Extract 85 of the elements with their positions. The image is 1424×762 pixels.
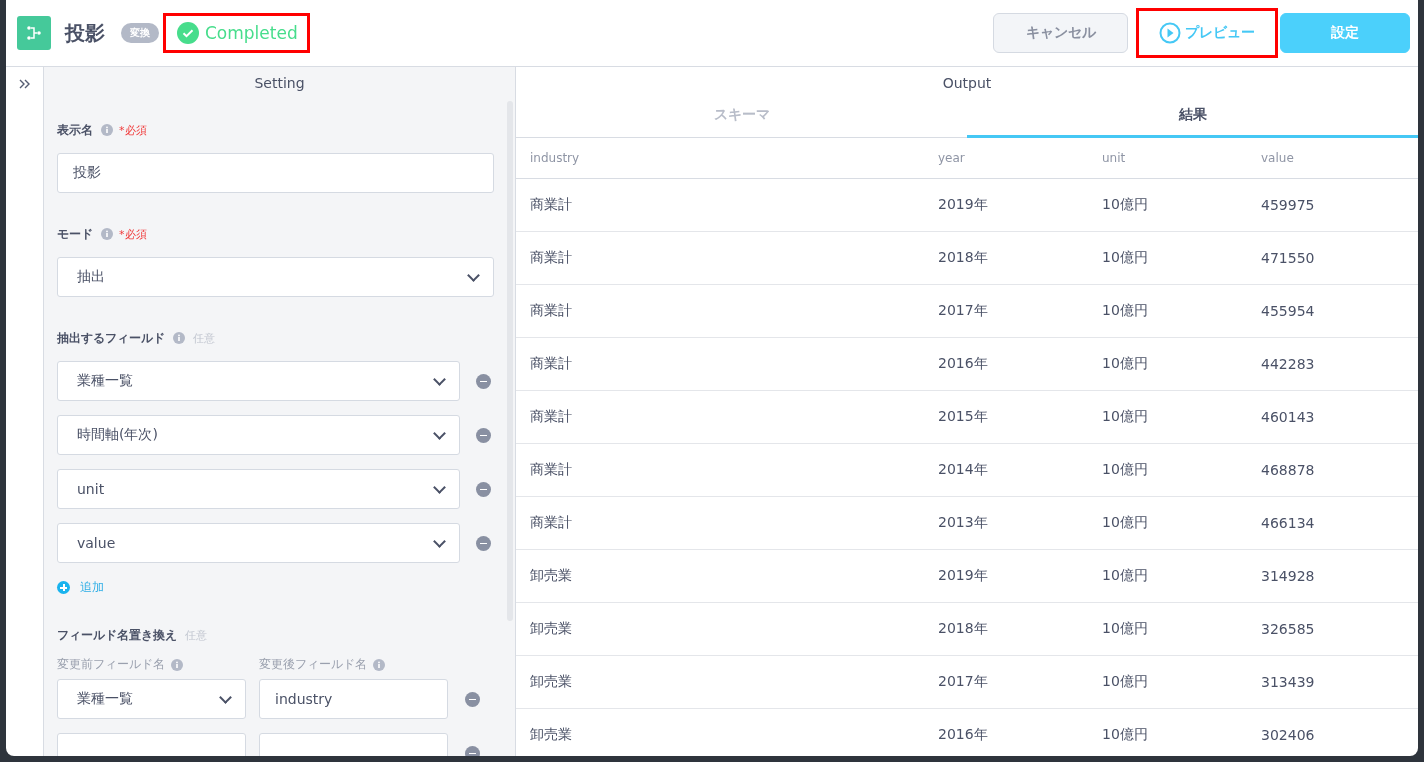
column-header: value [1261, 151, 1295, 165]
table-cell-text: 10億円 [1102, 514, 1149, 532]
remove-icon[interactable] [465, 691, 480, 707]
column-header: year [938, 151, 966, 165]
table-cell-text: 商業計 [530, 196, 573, 214]
field-dropdown[interactable]: value [57, 523, 460, 563]
table-cell-text: 459975 [1261, 197, 1316, 213]
table-cell-text: 313439 [1261, 674, 1316, 690]
field-label: モード [57, 225, 93, 243]
field-dropdown[interactable]: 時間軸(年次) [57, 415, 460, 455]
table-cell-text: 2013年 [938, 514, 989, 532]
field-label: フィールド名置き換え [57, 626, 177, 644]
table-cell-text: 302406 [1261, 727, 1316, 743]
after-field-input[interactable]: industry [259, 679, 448, 719]
table-cell-text: 商業計 [530, 249, 573, 267]
column-label: 変更後フィールド名 [259, 656, 367, 673]
field-label: 表示名 [57, 121, 93, 139]
node-title: 投影 [65, 19, 105, 47]
column-header: unit [1102, 151, 1127, 165]
table-cell-text: 326585 [1261, 621, 1316, 637]
expand-icon[interactable] [18, 79, 31, 89]
required-label: *必須 [119, 122, 147, 138]
table-cell-text: 442283 [1261, 356, 1316, 372]
play-icon [1159, 22, 1181, 44]
table-cell-text: 471550 [1261, 250, 1316, 266]
table-cell-text: 商業計 [530, 355, 573, 373]
table-cell-text: 314928 [1261, 568, 1316, 584]
table-cell-text: 卸売業 [530, 620, 573, 638]
remove-icon[interactable] [476, 535, 491, 551]
remove-icon[interactable] [465, 745, 480, 756]
panel-title: Setting [253, 74, 306, 93]
table-cell-text: 10億円 [1102, 620, 1149, 638]
field-dropdown[interactable]: 業種一覧 [57, 361, 460, 401]
before-field-dropdown[interactable]: 業種一覧 [57, 679, 246, 719]
table-cell-text: 460143 [1261, 409, 1316, 425]
remove-icon[interactable] [476, 373, 491, 389]
table-cell-text: 2019年 [938, 196, 989, 214]
table-cell-text: 455954 [1261, 303, 1316, 319]
table-cell-text: 卸売業 [530, 673, 573, 691]
remove-icon[interactable] [476, 481, 491, 497]
check-icon [177, 22, 199, 44]
table-cell-text: 2018年 [938, 249, 989, 267]
table-cell-text: 2015年 [938, 408, 989, 426]
display-name-field[interactable]: 投影 [57, 153, 494, 193]
table-cell-text: 10億円 [1102, 726, 1149, 744]
table-cell-text: 466134 [1261, 515, 1316, 531]
table-cell-text: 卸売業 [530, 567, 573, 585]
column-header: industry [530, 151, 581, 165]
table-cell-text: 10億円 [1102, 567, 1149, 585]
table-cell-text: 10億円 [1102, 196, 1149, 214]
table-cell-text: 2019年 [938, 567, 989, 585]
table-cell-text: 商業計 [530, 461, 573, 479]
required-label: *必須 [119, 226, 147, 242]
info-icon [173, 332, 185, 344]
status-indicator: Completed [163, 13, 310, 53]
table-cell-text: 10億円 [1102, 355, 1149, 373]
output-tab[interactable]: 結果 [967, 97, 1418, 138]
table-cell-text: 2016年 [938, 726, 989, 744]
table-cell-text: 商業計 [530, 302, 573, 320]
field-dropdown[interactable]: unit [57, 469, 460, 509]
field-label: 抽出するフィールド [57, 329, 165, 347]
table-cell-text: 10億円 [1102, 249, 1149, 267]
table-cell-text: 10億円 [1102, 302, 1149, 320]
type-badge: 変換 [121, 23, 159, 43]
column-label: 変更前フィールド名 [57, 656, 165, 673]
remove-icon[interactable] [476, 427, 491, 443]
table-cell-text: 卸売業 [530, 726, 573, 744]
table-cell-text: 商業計 [530, 514, 573, 532]
info-icon [171, 658, 183, 671]
table-cell-text: 10億円 [1102, 673, 1149, 691]
table-cell-text: 商業計 [530, 408, 573, 426]
table-cell-text: 2016年 [938, 355, 989, 373]
mode-dropdown[interactable]: 抽出 [57, 257, 494, 297]
table-cell-text: 468878 [1261, 462, 1316, 478]
info-icon [373, 658, 385, 671]
table-cell-text: 2017年 [938, 673, 989, 691]
table-cell-text: 10億円 [1102, 408, 1149, 426]
table-cell-text: 2018年 [938, 620, 989, 638]
table-cell-text: 2017年 [938, 302, 989, 320]
info-icon [101, 228, 113, 240]
panel-title: Output [941, 74, 993, 93]
table-cell-text: 2014年 [938, 461, 989, 479]
table-cell-text: 10億円 [1102, 461, 1149, 479]
node-logo-icon [17, 16, 51, 50]
info-icon [101, 124, 113, 136]
